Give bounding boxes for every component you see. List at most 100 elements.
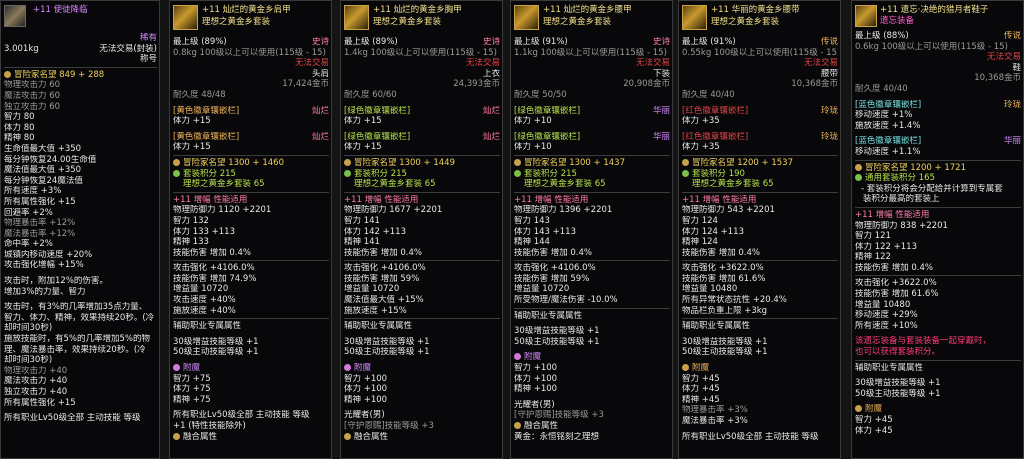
stat-line: 魔法暴击率 +12% — [4, 228, 76, 239]
level-requirement: 0.6kg 100级以上可以使用(115级 - 15) — [855, 41, 1008, 52]
stat-line: 生命值最大值 +350 — [4, 143, 82, 154]
enchant-icon — [682, 364, 689, 372]
stat-line: 技能伤害 增加 59% — [344, 273, 420, 284]
stat-line: 攻击速度 +40% — [173, 295, 236, 306]
enchant-title: 附魔 — [855, 404, 1021, 415]
stat-line: 物理攻击力 60 — [4, 80, 61, 91]
stat-line: 30级增益技能等级 +1 — [173, 336, 259, 347]
price: 20,908金币 — [623, 79, 670, 90]
stat-line: 魔法暴击率 +3% — [682, 416, 748, 426]
rarity: 稀有 — [139, 33, 157, 43]
set-icon — [514, 169, 521, 177]
stat-line: 魔法值最大值 +350 — [4, 165, 82, 176]
emblem-stat: 体力 +15 — [173, 116, 211, 127]
grade: 最上级 (91%) — [514, 37, 568, 47]
stat-line: 所有属性强化 +15 — [4, 397, 76, 408]
emblem-slot: [绿色徽章镶嵌栏] — [344, 131, 411, 142]
emblem-slot: [绿色徽章镶嵌栏] — [514, 131, 581, 142]
stat-line: 精神 141 — [344, 237, 380, 248]
emblem-grade: 灿烂 — [482, 105, 500, 116]
emblem-grade: 华丽 — [652, 131, 670, 142]
fusion-line: 黄金：永恒铭刻之理想 — [514, 431, 600, 442]
stat-line: 增益量 10480 — [682, 284, 738, 295]
price: 10,368金币 — [974, 73, 1021, 84]
stat-line: 移动速度 +29% — [855, 310, 918, 321]
item-name: +11 使徒降临 — [33, 5, 88, 15]
stat-line: 体力 142 +113 — [344, 226, 406, 237]
grade: 最上级 (89%) — [173, 37, 227, 47]
effect-line: 攻击时，有3%的几率增加35点力量、 — [4, 302, 148, 313]
section-title: 辅助职业专属属性 — [173, 321, 242, 332]
emblem-grade: 灿烂 — [482, 131, 500, 142]
emblem-slot: [黄色徽章镶嵌栏] — [173, 131, 240, 142]
stat-line: 物理攻击力 +40 — [4, 365, 68, 376]
emblem-slot: [红色徽章镶嵌栏] — [682, 131, 749, 142]
stat-line: 体力 122 +113 — [855, 241, 917, 252]
item-slot-type: 称号 — [139, 54, 157, 65]
stat-line: 独立攻击力 60 — [4, 101, 61, 112]
set-note: - 套装积分将会分配给并计算到专属套 — [861, 183, 1003, 194]
enchant-icon — [344, 364, 351, 372]
shoulder-item-icon — [173, 5, 198, 30]
set-points-line: 套装积分 215 — [344, 169, 500, 180]
set-line: 理想之黄金乡套装 65 — [524, 179, 606, 190]
fusion-icon — [173, 432, 180, 440]
stat-line: 智力 +100 — [514, 363, 558, 374]
stat-line: 攻击强化 +3622.0% — [855, 278, 937, 289]
emblem-stat: 体力 +15 — [344, 142, 382, 153]
item-name: +11 灿烂的黄金乡肩甲 — [202, 5, 291, 15]
enchant-icon — [173, 364, 180, 372]
stat-line: 精神 144 — [514, 237, 550, 248]
enchant-title: 附魔 — [344, 363, 500, 374]
stat-line: 增益量 10720 — [173, 284, 229, 295]
stat-line: 体力 +100 — [344, 384, 388, 395]
price: 10,368金币 — [791, 79, 838, 90]
stat-line: [守护恩赐]技能等级 +3 — [344, 421, 434, 431]
stat-line: 增益量 10480 — [855, 299, 911, 310]
section-title: 辅助职业专属属性 — [855, 362, 924, 373]
stat-line: 物理暴击率 +3% — [682, 405, 748, 416]
stat-line: 每分钟恢复24.00生命值 — [4, 154, 97, 165]
set-points-line: 套装积分 215 — [173, 169, 329, 180]
stat-line: 智力 141 — [344, 215, 380, 226]
trade-status: 无法交易 — [465, 58, 500, 69]
stat-line: 攻击强化 +4106.0% — [344, 263, 426, 274]
stat-line: 精神 80 — [4, 133, 35, 144]
fusion-title: 融合属性 — [344, 432, 500, 443]
set-name: 理想之黄金乡套装 — [373, 17, 442, 27]
stat-line: 精神 +75 — [173, 394, 211, 405]
emblem-slot: [红色徽章镶嵌栏] — [682, 105, 749, 116]
fusion-title: 融合属性 — [514, 421, 670, 432]
item-name: +11 遗忘·决绝的猎月者鞋子 — [880, 5, 989, 15]
stat-line: 所有职业Lv50级全部 主动技能 等级 — [4, 413, 141, 424]
item-name: +11 灿烂的黄金乡腰甲 — [543, 5, 632, 15]
fusion-title: 融合属性 — [173, 432, 329, 443]
legs-item-icon — [514, 5, 539, 30]
divider — [4, 66, 157, 68]
emblem-grade: 华丽 — [1003, 136, 1021, 147]
stat-line: 物理防御力 1396 +2201 — [514, 205, 613, 216]
set-icon — [173, 169, 180, 177]
stat-line: 体力 133 +113 — [173, 226, 235, 237]
emblem-slot: [绿色徽章镶嵌栏] — [344, 105, 411, 116]
emblem-slot: [绿色徽章镶嵌栏] — [514, 105, 581, 116]
amplify-line: +11 增幅 性能适用 — [514, 194, 589, 205]
stat-line: 30级增益技能等级 +1 — [855, 378, 941, 389]
fame-icon — [682, 158, 689, 166]
stat-line: 体力 124 +113 — [682, 226, 744, 237]
stat-line: 30级增益技能等级 +1 — [514, 326, 600, 337]
stat-line: 体力 +100 — [514, 373, 558, 384]
trade-status: 无法交易 — [803, 58, 838, 69]
stat-line: 物理防御力 1677 +2201 — [344, 205, 443, 216]
tooltip-panel-title: +11 使徒降临 稀有 3.001kg 无法交易(封装) 称号 冒险家名望 849… — [0, 0, 160, 459]
amplify-line: +11 增幅 性能适用 — [682, 194, 757, 205]
stat-line: 命中率 +2% — [4, 239, 53, 250]
trade-status: 无法交易(封装) — [99, 43, 157, 54]
set-icon — [855, 174, 862, 182]
item-name: +11 灿烂的黄金乡胸甲 — [373, 5, 462, 15]
set-note: 装积分最高的套装上 — [863, 194, 940, 205]
stat-line: 物理暴击率 +12% — [4, 218, 76, 229]
stat-line: [守护恩赐]技能等级 +3 — [514, 410, 604, 421]
stat-line: 智力 +45 — [682, 373, 720, 384]
enchant-title: 附魔 — [682, 363, 838, 374]
